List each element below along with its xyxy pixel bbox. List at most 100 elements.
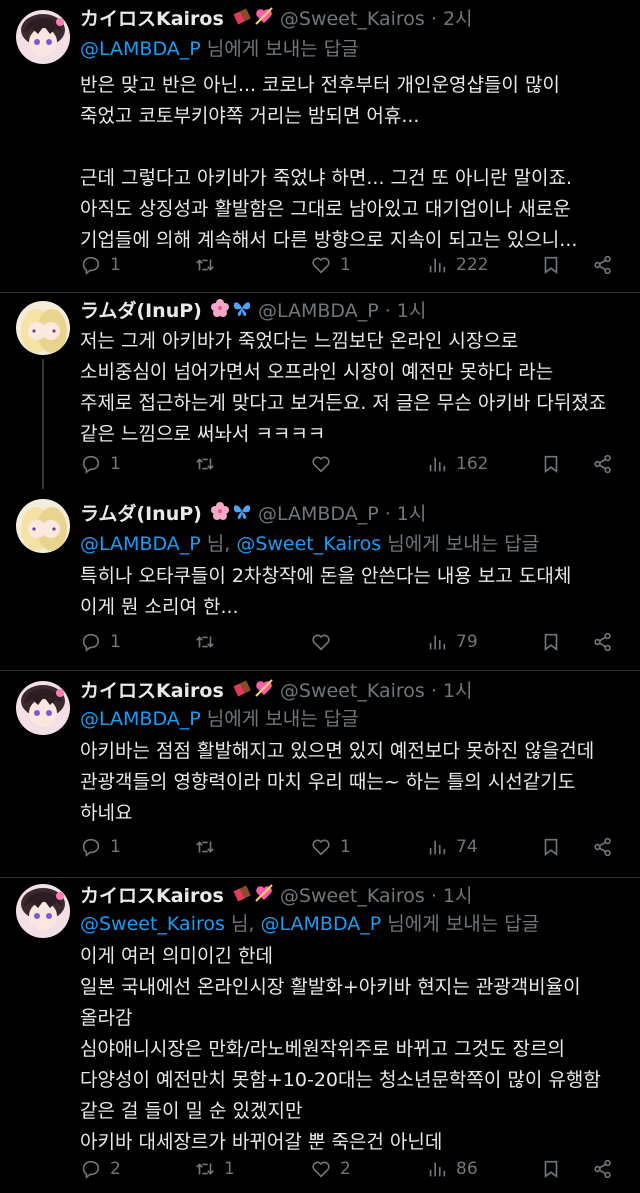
bookmark-button[interactable] — [540, 449, 570, 479]
reply-button[interactable]: 2 — [80, 1154, 121, 1184]
bookmark-icon — [544, 633, 558, 651]
replying-suffix: 님에게 보내는 답글 — [200, 708, 359, 730]
reply-icon — [82, 838, 100, 857]
retweet-button[interactable]: 1 — [194, 1154, 235, 1184]
views-button[interactable]: 162 — [426, 449, 488, 479]
share-icon — [594, 837, 611, 857]
tweet[interactable]: カイロスKairos @Sweet_Kairos · 2시 @LAMBDA_P … — [0, 0, 640, 292]
views-icon — [429, 457, 446, 472]
mention-link[interactable]: @Sweet_Kairos — [236, 533, 381, 555]
share-button[interactable] — [592, 250, 622, 280]
like-icon — [312, 1161, 330, 1178]
replying-to: @Sweet_Kairos 님, @LAMBDA_P 님에게 보내는 답글 — [80, 909, 539, 939]
tweet-header: カイロスKairos @Sweet_Kairos · 1시 — [80, 881, 473, 911]
views-icon — [429, 840, 446, 855]
bookmark-button[interactable] — [540, 1154, 570, 1184]
reply-button[interactable]: 1 — [80, 832, 121, 862]
like-count: 1 — [340, 255, 351, 275]
avatar[interactable] — [16, 499, 70, 553]
display-name[interactable]: カイロスKairos — [80, 885, 224, 907]
mention-link[interactable]: @LAMBDA_P — [80, 708, 201, 730]
mention-link[interactable]: @LAMBDA_P — [261, 913, 382, 935]
handle[interactable]: @Sweet_Kairos — [280, 680, 425, 702]
display-name[interactable]: カイロスKairos — [80, 680, 224, 702]
views-icon — [429, 258, 446, 273]
retweet-button[interactable] — [194, 627, 234, 657]
chocolate-emoji — [232, 882, 252, 912]
mention-link[interactable]: @Sweet_Kairos — [80, 913, 225, 935]
share-button[interactable] — [592, 627, 622, 657]
views-button[interactable]: 74 — [426, 832, 478, 862]
action-bar: 1 1 74 — [80, 832, 626, 862]
share-button[interactable] — [592, 449, 622, 479]
retweet-icon — [196, 636, 214, 648]
share-icon — [594, 1159, 611, 1179]
heart-arrow-emoji — [254, 882, 274, 912]
reply-button[interactable]: 1 — [80, 627, 121, 657]
share-button[interactable] — [592, 1154, 622, 1184]
like-button[interactable] — [310, 449, 350, 479]
share-icon — [594, 454, 611, 474]
action-bar: 1 1 222 — [80, 250, 626, 280]
views-button[interactable]: 222 — [426, 250, 488, 280]
tweet-header: カイロスKairos @Sweet_Kairos · 2시 — [80, 4, 473, 34]
views-count: 86 — [456, 1159, 478, 1179]
avatar[interactable] — [16, 301, 70, 355]
tweet[interactable]: ラムダ(InuP) @LAMBDA_P · 1시 @LAMBDA_P 님, @S… — [0, 489, 640, 670]
timestamp[interactable]: 1시 — [397, 300, 427, 322]
separator-dot: · — [430, 885, 437, 907]
retweet-button[interactable] — [194, 449, 234, 479]
timestamp[interactable]: 2시 — [443, 8, 473, 30]
like-button[interactable]: 1 — [310, 250, 351, 280]
retweet-icon — [196, 1163, 214, 1175]
avatar[interactable] — [16, 681, 70, 735]
like-button[interactable]: 1 — [310, 832, 351, 862]
handle[interactable]: @Sweet_Kairos — [280, 8, 425, 30]
display-name[interactable]: ラムダ(InuP) — [80, 503, 202, 525]
display-name[interactable]: カイロスKairos — [80, 8, 224, 30]
retweet-count: 1 — [224, 1159, 235, 1179]
bookmark-button[interactable] — [540, 250, 570, 280]
display-name[interactable]: ラムダ(InuP) — [80, 300, 202, 322]
separator-dot: · — [430, 680, 437, 702]
retweet-icon — [196, 458, 214, 470]
timestamp[interactable]: 1시 — [397, 503, 427, 525]
cherry-blossom-emoji — [210, 297, 230, 327]
bookmark-button[interactable] — [540, 627, 570, 657]
retweet-button[interactable] — [194, 250, 234, 280]
views-count: 74 — [456, 837, 478, 857]
action-bar: 1 79 — [80, 627, 626, 657]
reply-button[interactable]: 1 — [80, 449, 121, 479]
bookmark-button[interactable] — [540, 832, 570, 862]
tweet-text: 이게 여러 의미이긴 한데 일본 국내에선 온라인시장 활발화+아키바 현지는 … — [80, 945, 601, 1153]
replying-separator: 님, — [224, 913, 261, 935]
views-count: 79 — [456, 632, 478, 652]
reply-button[interactable]: 1 — [80, 250, 121, 280]
retweet-button[interactable] — [194, 832, 234, 862]
timestamp[interactable]: 1시 — [443, 885, 473, 907]
chocolate-emoji — [232, 5, 252, 35]
handle[interactable]: @LAMBDA_P — [258, 300, 379, 322]
reply-icon — [82, 1160, 100, 1179]
share-button[interactable] — [592, 832, 622, 862]
handle[interactable]: @LAMBDA_P — [258, 503, 379, 525]
views-button[interactable]: 79 — [426, 627, 478, 657]
avatar[interactable] — [16, 10, 70, 64]
mention-link[interactable]: @LAMBDA_P — [80, 533, 201, 555]
views-button[interactable]: 86 — [426, 1154, 478, 1184]
tweet-header: ラムダ(InuP) @LAMBDA_P · 1시 — [80, 499, 426, 529]
tweet-text: 반은 맞고 반은 아닌... 코로나 전후부터 개인운영샵들이 많이 죽었고 코… — [80, 74, 578, 251]
tweet[interactable]: カイロスKairos @Sweet_Kairos · 1시 @Sweet_Kai… — [0, 878, 640, 1193]
like-count: 2 — [340, 1159, 351, 1179]
timestamp[interactable]: 1시 — [443, 680, 473, 702]
reply-count: 1 — [110, 837, 121, 857]
tweet[interactable]: ラムダ(InuP) @LAMBDA_P · 1시 저는 그게 아키바가 죽었다는… — [0, 293, 640, 489]
views-count: 222 — [456, 255, 489, 275]
tweet[interactable]: カイロスKairos @Sweet_Kairos · 1시 @LAMBDA_P … — [0, 671, 640, 877]
heart-arrow-emoji — [254, 677, 274, 707]
like-button[interactable]: 2 — [310, 1154, 351, 1184]
handle[interactable]: @Sweet_Kairos — [280, 885, 425, 907]
mention-link[interactable]: @LAMBDA_P — [80, 38, 201, 60]
avatar[interactable] — [16, 884, 70, 938]
like-button[interactable] — [310, 627, 350, 657]
